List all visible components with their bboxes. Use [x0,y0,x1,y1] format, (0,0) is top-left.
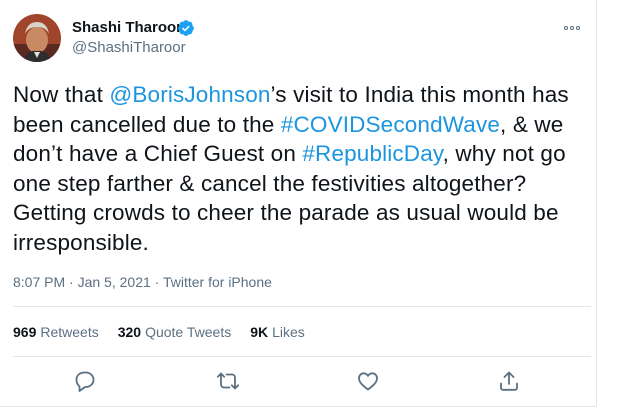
hashtag-link-covidsecondwave[interactable]: #COVIDSecondWave [281,112,500,137]
like-icon[interactable] [356,369,380,393]
avatar-image [13,14,61,62]
tweet-meta: 8:07 PM · Jan 5, 2021 · Twitter for iPho… [13,272,272,292]
verified-badge-icon [178,20,194,36]
retweet-icon[interactable] [216,369,240,393]
tweet-actions [0,366,596,396]
quote-tweets-label: Quote Tweets [145,324,232,340]
mention-link[interactable]: @BorisJohnson [109,82,270,107]
retweets-label: Retweets [40,324,99,340]
divider [13,306,591,307]
share-icon[interactable] [497,369,521,393]
reply-icon[interactable] [73,369,97,393]
avatar[interactable] [13,14,61,62]
separator-dot: · [69,274,74,290]
dot-icon [570,26,574,30]
tweet-text: Now that @BorisJohnson’s visit to India … [13,80,588,257]
tweet-card: Shashi Tharoor @ShashiTharoor Now that @… [0,0,597,407]
hashtag-link-republicday[interactable]: #RepublicDay [302,141,442,166]
tweet-date[interactable]: Jan 5, 2021 [78,274,151,290]
quote-tweets-stat[interactable]: 320 Quote Tweets [118,322,232,342]
divider [13,356,591,357]
retweets-stat[interactable]: 969 Retweets [13,322,99,342]
likes-stat[interactable]: 9K Likes [250,322,305,342]
quote-tweets-count: 320 [117,324,142,340]
author-name[interactable]: Shashi Tharoor [72,18,182,38]
tweet-stats: 969 Retweets 320 Quote Tweets 9K Likes [13,322,305,342]
separator-dot: · [154,274,160,290]
retweets-count: 969 [13,324,37,340]
tweet-time[interactable]: 8:07 PM [13,274,65,290]
tweet-text-part: Now that [13,82,110,107]
likes-label: Likes [272,324,305,340]
dot-icon [576,26,580,30]
dot-icon [564,26,568,30]
more-options-icon[interactable] [560,18,584,38]
likes-count: 9K [250,324,269,340]
tweet-source[interactable]: Twitter for iPhone [163,274,272,290]
author-handle[interactable]: @ShashiTharoor [72,38,186,58]
